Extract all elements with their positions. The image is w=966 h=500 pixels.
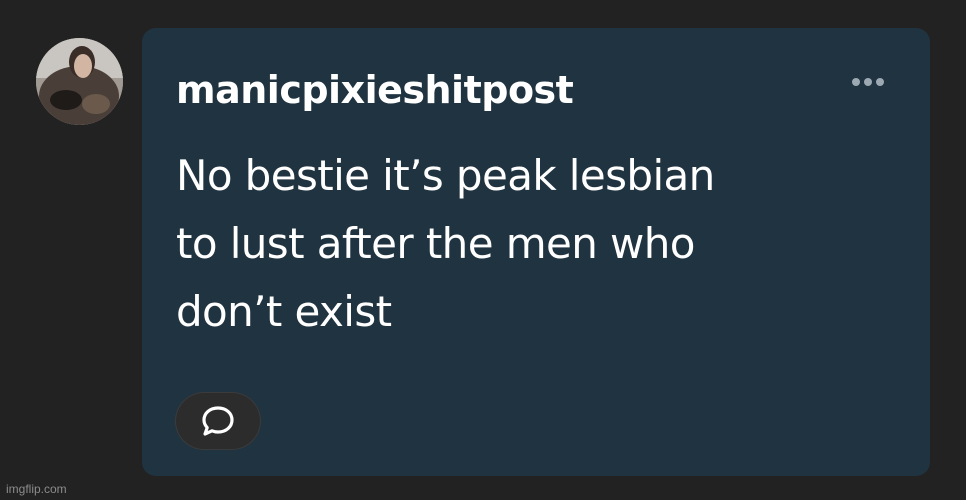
avatar[interactable]	[36, 38, 123, 125]
more-options-button[interactable]	[846, 72, 890, 92]
post-body-line: No bestie it’s peak lesbian	[176, 151, 715, 200]
avatar-photo	[36, 38, 123, 125]
post-body-line: to lust after the men who	[176, 219, 695, 268]
more-horizontal-icon	[852, 78, 860, 86]
watermark: imgflip.com	[6, 482, 67, 496]
post-username[interactable]: manicpixieshitpost	[176, 68, 574, 112]
more-horizontal-icon-dot	[876, 78, 884, 86]
post-body-line: don’t exist	[176, 287, 392, 336]
more-horizontal-icon-dot	[864, 78, 872, 86]
post-body: No bestie it’s peak lesbian to lust afte…	[176, 142, 876, 346]
speech-bubble-icon	[202, 406, 234, 436]
post-card: manicpixieshitpost No bestie it’s peak l…	[142, 28, 930, 476]
reply-button[interactable]	[175, 392, 261, 450]
